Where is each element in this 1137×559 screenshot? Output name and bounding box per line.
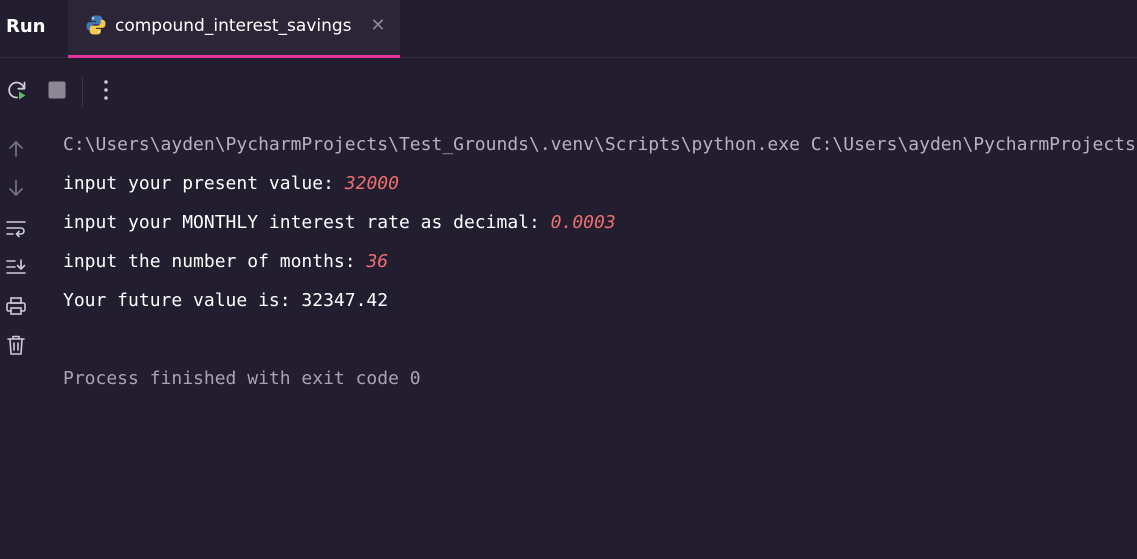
toolbar-separator — [82, 78, 83, 106]
next-occurrence-button[interactable] — [3, 177, 29, 203]
previous-occurrence-button[interactable] — [3, 138, 29, 164]
user-input-text: 36 — [366, 251, 389, 272]
result-line: Your future value is: 32347.42 — [63, 290, 389, 311]
prompt-text: input your present value: — [63, 173, 345, 194]
tab-label: compound_interest_savings — [115, 16, 352, 36]
console-line: input your MONTHLY interest rate as deci… — [63, 210, 616, 236]
soft-wrap-icon — [5, 218, 27, 242]
tab-bar: Run compound_interest_savings ✕ — [0, 0, 1137, 58]
run-tool-window: Run compound_interest_savings ✕ C:\Users… — [0, 0, 1137, 559]
print-icon — [5, 296, 27, 320]
console-command-line: C:\Users\ayden\PycharmProjects\Test_Grou… — [63, 134, 1137, 155]
print-button[interactable] — [3, 295, 29, 321]
user-input-text: 0.0003 — [550, 212, 616, 233]
python-icon — [85, 14, 107, 36]
rerun-icon — [5, 78, 29, 106]
console-output[interactable]: C:\Users\ayden\PycharmProjects\Test_Grou… — [63, 131, 1137, 551]
close-icon[interactable]: ✕ — [369, 17, 387, 35]
prompt-text: input the number of months: — [63, 251, 367, 272]
more-options-icon — [103, 79, 109, 105]
user-input-text: 32000 — [344, 173, 399, 194]
scroll-to-end-button[interactable] — [3, 256, 29, 282]
arrow-down-icon — [6, 178, 26, 202]
run-toolbar — [0, 72, 1137, 112]
stop-button[interactable] — [43, 78, 71, 106]
more-options-button[interactable] — [92, 78, 120, 106]
soft-wrap-button[interactable] — [3, 217, 29, 243]
tool-window-title: Run — [6, 16, 46, 37]
tab-compound-interest-savings[interactable]: compound_interest_savings ✕ — [68, 0, 400, 58]
console-line: input your present value: 32000 — [63, 171, 399, 197]
console-line: input the number of months: 36 — [63, 249, 388, 275]
clear-all-button[interactable] — [3, 334, 29, 360]
exit-code-line: Process finished with exit code 0 — [63, 368, 421, 389]
trash-icon — [6, 334, 26, 360]
stop-icon — [47, 80, 67, 104]
rerun-button[interactable] — [3, 78, 31, 106]
scroll-to-end-icon — [5, 257, 27, 281]
arrow-up-icon — [6, 139, 26, 163]
prompt-text: input your MONTHLY interest rate as deci… — [63, 212, 551, 233]
